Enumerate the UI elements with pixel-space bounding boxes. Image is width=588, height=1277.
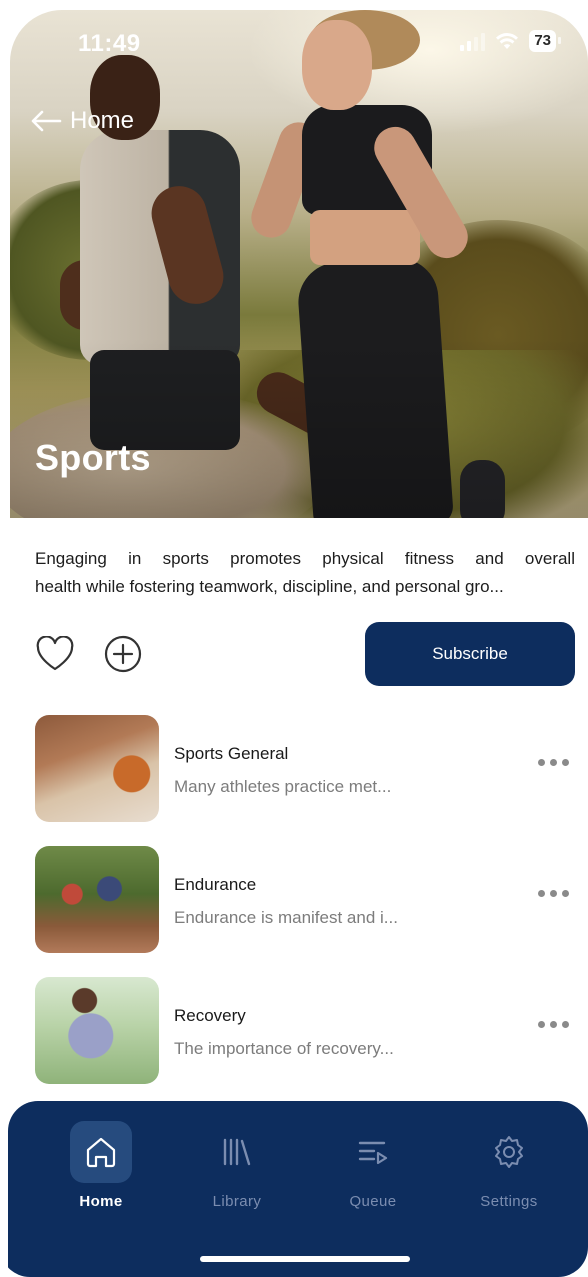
- home-indicator: [200, 1256, 410, 1262]
- app-screen: 11:49 73 Home Sports Engaging in sports …: [0, 0, 588, 1277]
- episode-title: Sports General: [174, 744, 289, 763]
- signal-icon: [460, 31, 486, 51]
- list-item[interactable]: Recovery The importance of recovery...: [35, 977, 575, 1084]
- nav-label-queue: Queue: [349, 1193, 397, 1210]
- episode-subtitle: Endurance is manifest and i...: [174, 908, 398, 927]
- list-item[interactable]: Sports General Many athletes practice me…: [35, 715, 575, 822]
- nav-item-home[interactable]: Home: [46, 1121, 156, 1210]
- heart-icon[interactable]: [35, 634, 75, 674]
- nav-item-settings[interactable]: Settings: [454, 1121, 564, 1210]
- arrow-left-icon: [30, 109, 62, 133]
- queue-icon: [342, 1121, 404, 1183]
- page-title: Sports: [35, 437, 151, 478]
- hero-shade: [10, 338, 588, 518]
- home-icon: [70, 1121, 132, 1183]
- runner-woman-head: [302, 20, 372, 110]
- nav-item-queue[interactable]: Queue: [318, 1121, 428, 1210]
- description-line-1: Engaging in sports promotes physical fit…: [35, 549, 575, 568]
- more-icon[interactable]: [538, 890, 569, 897]
- library-icon: [206, 1121, 268, 1183]
- episode-thumbnail: [35, 846, 159, 953]
- episode-subtitle: Many athletes practice met...: [174, 777, 392, 796]
- nav-label-settings: Settings: [480, 1193, 538, 1210]
- wifi-icon: [495, 32, 519, 50]
- battery-indicator: 73: [529, 30, 561, 52]
- action-row: Subscribe: [35, 622, 575, 686]
- description-line-2: health while fostering teamwork, discipl…: [35, 577, 504, 596]
- more-icon[interactable]: [538, 1021, 569, 1028]
- description: Engaging in sports promotes physical fit…: [35, 545, 575, 601]
- runner-woman-torso: [310, 210, 420, 265]
- status-time: 11:49: [78, 30, 141, 57]
- episode-subtitle: The importance of recovery...: [174, 1039, 394, 1058]
- back-label: Home: [70, 107, 135, 134]
- add-circle-icon[interactable]: [103, 634, 143, 674]
- episode-thumbnail: [35, 715, 159, 822]
- episode-title: Endurance: [174, 875, 257, 894]
- nav-label-home: Home: [79, 1193, 123, 1210]
- more-icon[interactable]: [538, 759, 569, 766]
- list-item[interactable]: Endurance Endurance is manifest and i...: [35, 846, 575, 953]
- gear-icon: [478, 1121, 540, 1183]
- episode-thumbnail: [35, 977, 159, 1084]
- episode-list: Sports General Many athletes practice me…: [35, 715, 575, 1108]
- status-icons: 73: [460, 30, 561, 52]
- episode-title: Recovery: [174, 1006, 246, 1025]
- nav-item-library[interactable]: Library: [182, 1121, 292, 1210]
- back-button[interactable]: Home: [30, 107, 134, 135]
- bottom-nav: Home Library Queue Settings: [8, 1101, 588, 1277]
- nav-label-library: Library: [212, 1193, 262, 1210]
- subscribe-button[interactable]: Subscribe: [365, 622, 575, 686]
